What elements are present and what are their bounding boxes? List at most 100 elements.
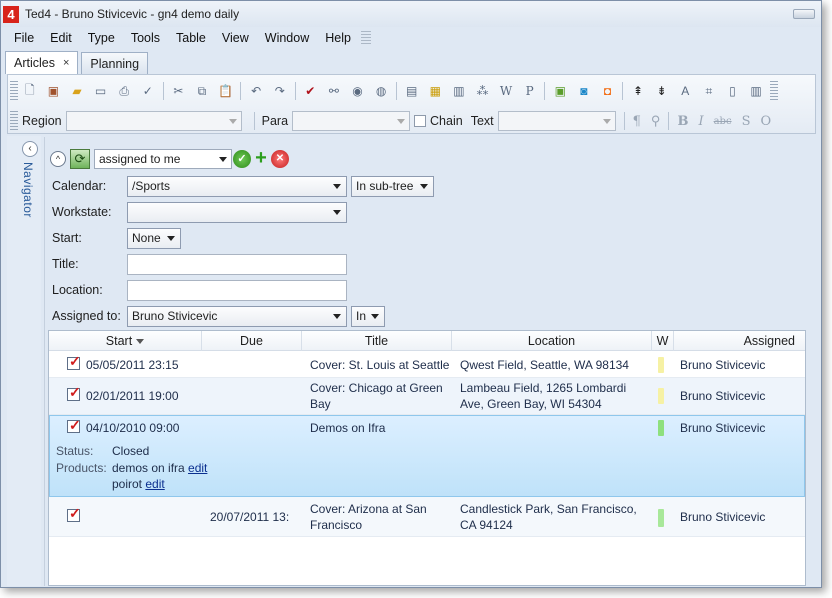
workstate-indicator — [658, 357, 664, 373]
globe-icon[interactable]: ◉ — [350, 83, 366, 99]
layout-icon[interactable]: ⌗ — [701, 83, 717, 99]
table-row[interactable]: 05/05/2011 23:15 Cover: St. Louis at Sea… — [49, 351, 805, 378]
task-check-icon[interactable] — [67, 353, 81, 370]
menu-edit[interactable]: Edit — [42, 31, 80, 45]
title-input[interactable] — [127, 253, 347, 275]
paste-icon[interactable]: 📋 — [218, 83, 234, 99]
insert-above-icon[interactable]: ⇞ — [630, 83, 646, 99]
text-select[interactable] — [497, 111, 616, 131]
cut-icon[interactable]: ✂ — [170, 83, 186, 99]
pilcrow-icon[interactable]: ¶ — [633, 114, 641, 129]
apply-query-icon[interactable]: ✓ — [233, 150, 251, 168]
column-label: Start — [105, 334, 133, 348]
undo-icon[interactable]: ↶ — [248, 83, 264, 99]
copy-icon[interactable]: ⧉ — [194, 83, 210, 99]
menu-window[interactable]: Window — [257, 31, 317, 45]
save-icon[interactable]: ▭ — [93, 83, 109, 99]
collapse-navigator-icon[interactable]: ‹ — [22, 141, 38, 157]
table-icon[interactable]: ▥ — [748, 83, 764, 99]
insert-below-icon[interactable]: ⇟ — [654, 83, 670, 99]
calendar-label: Calendar: — [52, 179, 107, 193]
tab-planning[interactable]: Planning — [81, 52, 149, 74]
chain-label: Chain — [430, 114, 463, 128]
outline-icon[interactable]: O — [760, 114, 771, 129]
row-location: Lambeau Field, 1265 Lombardi Ave, Green … — [460, 381, 627, 411]
small-caps-icon[interactable]: S — [742, 114, 751, 129]
highlight-icon[interactable]: ⚲ — [651, 114, 661, 129]
region-select[interactable] — [65, 111, 242, 131]
grid-header: Start Due Title Location W Assigned — [49, 331, 805, 351]
row-start: 02/01/2011 19:00 — [86, 389, 179, 403]
table-row-selected[interactable]: 04/10/2010 09:00 Demos on Ifra Bruno Sti… — [49, 415, 805, 497]
menu-file[interactable]: File — [6, 31, 42, 45]
row-assigned: Bruno Stivicevic — [680, 510, 766, 524]
assigned-scope-select[interactable]: In — [351, 305, 385, 327]
row-start: 04/10/2010 09:00 — [86, 421, 180, 435]
columns-icon[interactable]: ▯ — [724, 83, 740, 99]
chain-checkbox[interactable] — [414, 115, 427, 127]
data-icon[interactable]: ▥ — [451, 83, 467, 99]
collapse-filter-icon[interactable]: ^ — [50, 151, 66, 167]
column-w[interactable]: W — [652, 331, 674, 351]
table-row[interactable]: 02/01/2011 19:00 Cover: Chicago at Green… — [49, 378, 805, 415]
menu-type[interactable]: Type — [80, 31, 123, 45]
redo-icon[interactable]: ↷ — [272, 83, 288, 99]
edit-product-link[interactable]: edit — [188, 461, 207, 475]
column-start[interactable]: Start — [49, 331, 202, 351]
delete-query-icon[interactable]: ✕ — [271, 150, 289, 168]
navigator-label[interactable]: Navigator — [21, 162, 35, 218]
column-location[interactable]: Location — [452, 331, 652, 351]
image-icon[interactable]: ▣ — [552, 83, 568, 99]
spellcheck-icon[interactable]: ✓ — [140, 83, 156, 99]
column-assigned[interactable]: Assigned — [674, 331, 805, 351]
new-document-icon[interactable]: 🗋 — [22, 83, 38, 99]
column-due[interactable]: Due — [202, 331, 302, 351]
open-folder-icon[interactable]: ▰ — [69, 83, 85, 99]
window-control-button[interactable] — [793, 9, 815, 19]
tab-articles[interactable]: Articles × — [5, 51, 79, 74]
calendar-scope-select[interactable]: In sub-tree — [351, 175, 434, 197]
para-select[interactable] — [292, 111, 411, 131]
workstate-select[interactable] — [127, 201, 347, 223]
location-input[interactable] — [127, 279, 347, 301]
bold-icon[interactable]: B — [677, 114, 688, 129]
task-check-icon[interactable] — [67, 384, 81, 401]
toolbar-grip-icon[interactable] — [10, 81, 18, 101]
menu-view[interactable]: View — [214, 31, 257, 45]
menu-help[interactable]: Help — [317, 31, 359, 45]
menu-tools[interactable]: Tools — [123, 31, 168, 45]
row-title: Cover: Arizona at San Francisco — [310, 502, 427, 532]
word-icon[interactable]: W — [498, 83, 514, 99]
network-icon[interactable]: ⁂ — [474, 83, 490, 99]
start-select[interactable]: None — [127, 227, 181, 249]
blogger-icon[interactable]: ◘ — [599, 83, 615, 99]
menu-table[interactable]: Table — [168, 31, 214, 45]
strikethrough-icon[interactable]: abc — [714, 116, 732, 127]
print-icon[interactable]: ⎙ — [116, 83, 132, 99]
task-check-icon[interactable] — [67, 416, 81, 435]
task-check-icon[interactable] — [67, 505, 81, 522]
check-in-icon[interactable]: ✔ — [302, 83, 318, 99]
add-query-icon[interactable]: + — [252, 148, 270, 168]
menu-grip-icon[interactable] — [360, 31, 371, 45]
toolbar-grip-icon[interactable] — [10, 111, 18, 131]
toolbar-overflow-icon[interactable] — [769, 81, 778, 101]
calendar-select[interactable]: /Sports — [127, 175, 347, 197]
open-archive-icon[interactable]: ▣ — [45, 83, 61, 99]
pdf-icon[interactable]: P — [522, 83, 538, 99]
assigned-select[interactable]: Bruno Stivicevic — [127, 305, 347, 327]
web-icon[interactable]: ◍ — [373, 83, 389, 99]
find-icon[interactable]: ⚯ — [326, 83, 342, 99]
close-icon[interactable]: × — [63, 57, 69, 69]
edit-product-link[interactable]: edit — [145, 477, 164, 491]
export-icon[interactable]: ▦ — [427, 83, 443, 99]
properties-icon[interactable]: ▤ — [404, 83, 420, 99]
refresh-icon[interactable]: ⟳ — [70, 149, 90, 169]
italic-icon[interactable]: I — [698, 114, 703, 129]
twitter-icon[interactable]: ◙ — [576, 83, 592, 99]
text-style-icon[interactable]: A — [677, 83, 693, 99]
table-row[interactable]: 20/07/2011 13: Cover: Arizona at San Fra… — [49, 497, 805, 537]
column-title[interactable]: Title — [302, 331, 452, 351]
toolbar-panel: 🗋 ▣ ▰ ▭ ⎙ ✓ ✂ ⧉ 📋 ↶ ↷ ✔ ⚯ ◉ ◍ ▤ ▦ ▥ ⁂ W … — [7, 74, 816, 134]
saved-query-select[interactable]: assigned to me — [94, 149, 232, 169]
